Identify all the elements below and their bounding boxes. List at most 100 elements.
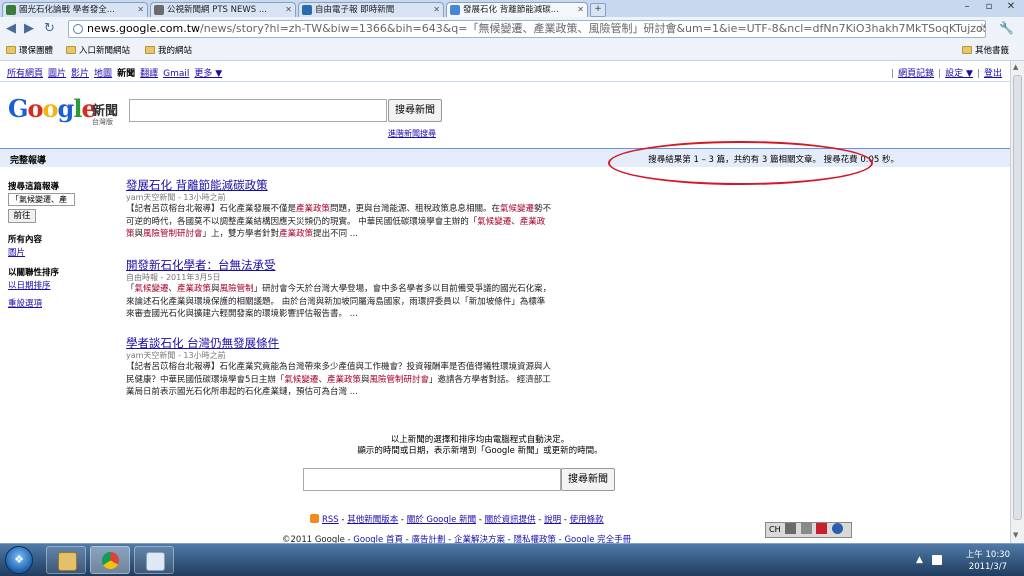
advanced-search-link[interactable]: 進階新聞搜尋 (388, 128, 436, 139)
browser-tab[interactable]: 國光石化論戰 學者發全... ✕ (2, 2, 148, 17)
keyword-highlight: 產業政 (519, 216, 546, 227)
google-logo[interactable]: Google (8, 96, 97, 122)
folder-icon (66, 46, 76, 54)
result-snippet: 【記者呂苡榕台北報導】石化產業究竟能為台灣帶來多少產值與工作機會？投資報酬率是否… (126, 361, 576, 399)
ime-mode-icon[interactable] (785, 523, 797, 534)
browser-tab[interactable]: 公視新聞網 PTS NEWS ... ✕ (150, 2, 296, 17)
taskbar-explorer[interactable] (46, 546, 86, 574)
snippet-text: 業局日前表示國光石化所串起的石化產業鏈，預估可為台灣 ... (126, 387, 358, 397)
about-feeds-link[interactable]: 關於資訊提供 (485, 515, 536, 525)
settings-link[interactable]: 設定 ▼ (945, 69, 973, 79)
scroll-down-icon[interactable]: ▼ (1013, 531, 1018, 539)
ime-shape-icon[interactable] (800, 523, 812, 534)
images-filter-link[interactable]: 圖片 (8, 246, 25, 258)
signout-link[interactable]: 登出 (984, 69, 1002, 79)
result-title[interactable]: 學者談石化 台灣仍無發展條件 (126, 336, 576, 350)
tab-favicon-icon (450, 5, 460, 15)
story-search-input[interactable]: 「氣候變遷、產 (8, 193, 75, 206)
footer-search-button[interactable]: 搜尋新聞 (561, 468, 615, 491)
history-link[interactable]: 網頁記錄 (898, 69, 934, 79)
search-input[interactable] (129, 99, 387, 122)
close-icon[interactable]: ✕ (285, 3, 292, 17)
close-icon[interactable]: ✕ (137, 3, 144, 17)
close-window-icon[interactable]: ✕ (1000, 0, 1022, 15)
taskbar: ❖ ▲ 上午 10:30 2011/3/7 (0, 543, 1024, 576)
keyword-highlight: 產業政策 (296, 204, 331, 214)
result-title[interactable]: 發展石化 背離節能減碳政策 (126, 178, 576, 192)
tab-favicon-icon (6, 5, 16, 15)
other-editions-link[interactable]: 其他新聞版本 (347, 515, 398, 525)
browser-tab[interactable]: 自由電子報 即時新聞 ✕ (298, 2, 444, 17)
reload-icon[interactable]: ↻ (44, 21, 55, 37)
footer-note-line: 顯示的時間或日期，表示新增到「Google 新聞」或更新的時間。 (357, 446, 603, 456)
ime-pad-icon[interactable] (816, 523, 828, 534)
clock-date: 2011/3/7 (968, 562, 1007, 572)
url-path: /news/story?hl=zh-TW&biw=1366&bih=643&q=… (200, 22, 986, 35)
result-title[interactable]: 開發新石化學者：台無法承受 (126, 258, 576, 272)
bookmark-star-icon[interactable]: ☆ (977, 21, 987, 34)
help-icon[interactable] (831, 523, 843, 534)
close-icon[interactable]: ✕ (577, 3, 584, 17)
scroll-up-icon[interactable]: ▲ (1013, 63, 1018, 71)
taskbar-chrome[interactable] (90, 546, 130, 574)
system-tray: ▲ 上午 10:30 2011/3/7 (910, 546, 1018, 574)
globe-icon (73, 24, 83, 34)
keyword-highlight: 產業政策 (326, 374, 361, 385)
rss-link[interactable]: RSS (322, 515, 339, 525)
wrench-icon[interactable]: 🔧 (999, 21, 1014, 35)
about-news-link[interactable]: 關於 Google 新聞 (407, 515, 476, 525)
new-tab-button[interactable]: + (590, 3, 606, 17)
language-bar[interactable]: CH (765, 522, 852, 538)
snippet-text: 【記者呂苡榕台北報導】石化產業究竟能為台灣帶來多少產值與工作機會？投資報酬率是否… (126, 362, 552, 372)
result-item: 學者談石化 台灣仍無發展條件 yam天空新聞 - 13小時之前 【記者呂苡榕台北… (126, 336, 576, 399)
result-snippet: 【記者呂苡榕台北報導】石化產業發展不僅是產業政策問題，更與台灣能源、租稅政策息息… (126, 203, 576, 241)
footer-search-input[interactable] (303, 468, 561, 491)
sort-date-link[interactable]: 以日期排序 (8, 279, 51, 291)
gbar-link-maps[interactable]: 地圖 (94, 69, 112, 79)
show-hidden-icons-icon[interactable]: ▲ (916, 555, 926, 565)
forward-icon[interactable]: ▶ (24, 21, 34, 37)
bookmark-label: 環保團體 (19, 46, 54, 56)
search-news-button[interactable]: 搜尋新聞 (388, 99, 442, 122)
action-center-icon[interactable] (932, 555, 942, 565)
taskbar-paint[interactable] (134, 546, 174, 574)
other-bookmarks[interactable]: 其他書籤 (962, 45, 1009, 57)
help-link[interactable]: 說明 (544, 515, 561, 525)
folder-icon (145, 46, 155, 54)
snippet-line: 【記者呂苡榕台北報導】石化產業究竟能為台灣帶來多少產值與工作機會？投資報酬率是否… (126, 361, 576, 374)
terms-link[interactable]: 使用條款 (570, 515, 604, 525)
bookmark-label: 入口新聞網站 (79, 46, 131, 56)
keyword-highlight: 氣候變遷 (477, 216, 512, 227)
reset-options-link[interactable]: 重設選項 (8, 297, 42, 309)
bookmark-label: 我的網站 (158, 46, 193, 56)
folder-icon (6, 46, 16, 54)
bookmark-folder[interactable]: 我的網站 (145, 45, 192, 57)
browser-tab-active[interactable]: 發展石化 背離節能減碳... ✕ (446, 2, 588, 17)
gbar-link-translate[interactable]: 翻譯 (140, 69, 158, 79)
snippet-text: 問題，更與台灣能源、租稅政策息息相關。在 (330, 204, 501, 214)
result-item: 發展石化 背離節能減碳政策 yam天空新聞 - 13小時之前 【記者呂苡榕台北報… (126, 178, 576, 241)
snippet-text: 「 (126, 284, 135, 294)
go-button[interactable]: 前往 (8, 209, 36, 223)
back-icon[interactable]: ◀ (6, 21, 16, 37)
separator: | (891, 69, 895, 79)
start-button[interactable]: ❖ (5, 546, 33, 574)
address-bar[interactable]: news.google.com.tw/news/story?hl=zh-TW&b… (68, 20, 986, 38)
gbar-link-more[interactable]: 更多 ▼ (194, 69, 222, 79)
vertical-scrollbar[interactable]: ▲ ▼ (1010, 61, 1024, 543)
clock[interactable]: 上午 10:30 2011/3/7 (966, 549, 1010, 573)
bookmark-folder[interactable]: 環保團體 (6, 45, 53, 57)
footer-note-line: 以上新聞的選擇和排序均由電腦程式自動決定。 (390, 435, 570, 445)
gbar-link-videos[interactable]: 影片 (71, 69, 89, 79)
minimize-icon[interactable]: – (956, 0, 978, 15)
result-source: yam天空新聞 - 13小時之前 (126, 351, 226, 360)
snippet-text: 與 (211, 284, 220, 294)
scrollbar-thumb[interactable] (1013, 75, 1022, 520)
close-icon[interactable]: ✕ (433, 3, 440, 17)
tab-title: 國光石化論戰 學者發全... (19, 5, 115, 15)
gbar-link-gmail[interactable]: Gmail (163, 69, 189, 79)
bookmark-folder[interactable]: 入口新聞網站 (66, 45, 130, 57)
gbar-link-web[interactable]: 所有網頁 (7, 69, 43, 79)
gbar-link-images[interactable]: 圖片 (48, 69, 66, 79)
maximize-icon[interactable]: ▫ (978, 0, 1000, 15)
